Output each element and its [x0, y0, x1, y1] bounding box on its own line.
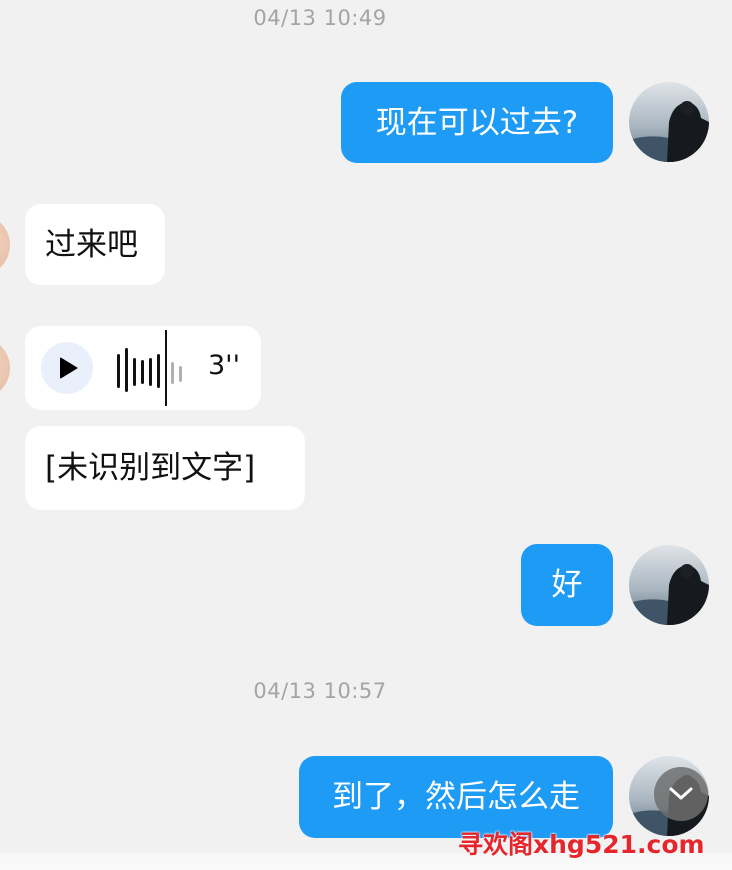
voice-transcription-bubble[interactable]: [未识别到文字]	[25, 426, 305, 510]
chat-screen: 04/13 10:49 现在可以过去? 过来吧 3'' [未识别到文字] 好 0…	[0, 0, 732, 870]
outgoing-message-bubble[interactable]: 好	[521, 544, 613, 626]
timestamp: 04/13 10:57	[253, 679, 387, 703]
user-avatar[interactable]	[629, 82, 709, 162]
chevron-down-icon	[669, 787, 693, 800]
playback-cursor[interactable]	[165, 330, 167, 406]
voice-message-bubble[interactable]: 3''	[25, 326, 261, 410]
incoming-message-bubble[interactable]: 过来吧	[25, 204, 165, 285]
user-avatar[interactable]	[629, 545, 709, 625]
scroll-to-bottom-button[interactable]	[654, 767, 708, 821]
contact-avatar[interactable]	[0, 337, 10, 399]
timestamp: 04/13 10:49	[253, 6, 387, 30]
waveform[interactable]	[117, 330, 187, 406]
voice-duration: 3''	[208, 350, 241, 381]
watermark: 寻欢阁xhg521.com	[458, 830, 705, 859]
play-icon	[60, 357, 78, 379]
play-button[interactable]	[41, 342, 93, 394]
outgoing-message-bubble[interactable]: 现在可以过去?	[341, 82, 613, 163]
contact-avatar[interactable]	[0, 214, 10, 276]
